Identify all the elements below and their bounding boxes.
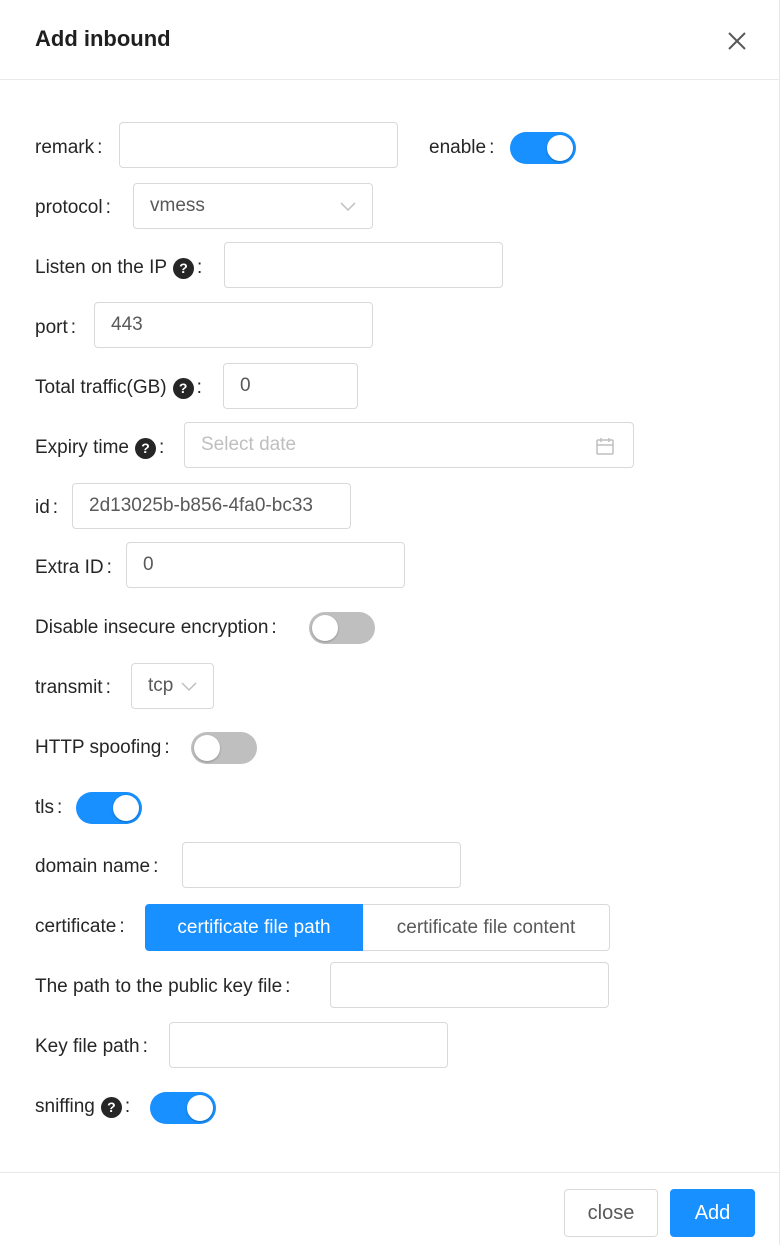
- domain-name-label: domain name:: [35, 856, 159, 877]
- close-icon[interactable]: [722, 26, 752, 56]
- enable-label: enable:: [429, 137, 495, 158]
- sniffing-switch[interactable]: [150, 1092, 216, 1124]
- remark-input[interactable]: [119, 122, 398, 168]
- extra-id-input[interactable]: 0: [126, 542, 405, 588]
- tls-switch[interactable]: [76, 792, 142, 824]
- protocol-value: vmess: [150, 195, 205, 216]
- expiry-date-placeholder: Select date: [201, 434, 297, 455]
- transmit-select[interactable]: tcp: [131, 663, 214, 709]
- certificate-label: certificate:: [35, 916, 125, 937]
- listen-ip-label: Listen on the IP?:: [35, 257, 203, 279]
- listen-ip-input[interactable]: [224, 242, 503, 288]
- protocol-label: protocol:: [35, 197, 111, 218]
- sniffing-label: sniffing?:: [35, 1096, 131, 1118]
- protocol-select[interactable]: vmess: [133, 183, 373, 229]
- expiry-time-label: Expiry time?:: [35, 437, 165, 459]
- add-inbound-modal: Add inbound remark: enable: protocol: vm…: [0, 0, 780, 1245]
- modal-footer: close Add: [0, 1172, 779, 1246]
- transmit-label: transmit:: [35, 677, 111, 698]
- modal-title: Add inbound: [35, 26, 171, 51]
- question-circle-icon[interactable]: ?: [172, 377, 194, 399]
- tls-label: tls:: [35, 797, 63, 818]
- extra-id-label: Extra ID:: [35, 557, 112, 578]
- key-file-path-label: Key file path:: [35, 1036, 148, 1057]
- total-traffic-input[interactable]: 0: [223, 363, 358, 409]
- http-spoofing-switch[interactable]: [191, 732, 257, 764]
- question-circle-icon[interactable]: ?: [134, 437, 156, 459]
- public-key-path-label: The path to the public key file:: [35, 976, 291, 997]
- certificate-file-content-option[interactable]: certificate file content: [363, 904, 610, 951]
- question-circle-icon[interactable]: ?: [100, 1096, 122, 1118]
- switch-knob: [312, 615, 338, 641]
- calendar-icon: [595, 436, 615, 462]
- chevron-down-icon: [340, 198, 356, 220]
- disable-insecure-label: Disable insecure encryption:: [35, 617, 277, 638]
- close-button[interactable]: close: [564, 1189, 658, 1237]
- domain-name-input[interactable]: [182, 842, 461, 888]
- add-button[interactable]: Add: [670, 1189, 755, 1237]
- certificate-radio-group: certificate file path certificate file c…: [145, 904, 610, 951]
- public-key-path-input[interactable]: [330, 962, 609, 1008]
- chevron-down-icon: [181, 678, 197, 700]
- switch-knob: [113, 795, 139, 821]
- id-label: id:: [35, 497, 59, 518]
- port-input[interactable]: 443: [94, 302, 373, 348]
- switch-knob: [194, 735, 220, 761]
- http-spoofing-label: HTTP spoofing:: [35, 737, 170, 758]
- remark-label: remark:: [35, 137, 103, 158]
- question-circle-icon[interactable]: ?: [173, 257, 195, 279]
- switch-knob: [547, 135, 573, 161]
- enable-switch[interactable]: [510, 132, 576, 164]
- certificate-file-path-option[interactable]: certificate file path: [145, 904, 363, 951]
- modal-header: Add inbound: [0, 0, 779, 80]
- transmit-value: tcp: [148, 675, 174, 696]
- switch-knob: [187, 1095, 213, 1121]
- id-input[interactable]: 2d13025b-b856-4fa0-bc33: [72, 483, 351, 529]
- key-file-path-input[interactable]: [169, 1022, 448, 1068]
- disable-insecure-switch[interactable]: [309, 612, 375, 644]
- port-label: port:: [35, 317, 77, 338]
- expiry-date-picker[interactable]: Select date: [184, 422, 634, 468]
- total-traffic-label: Total traffic(GB)?:: [35, 377, 202, 399]
